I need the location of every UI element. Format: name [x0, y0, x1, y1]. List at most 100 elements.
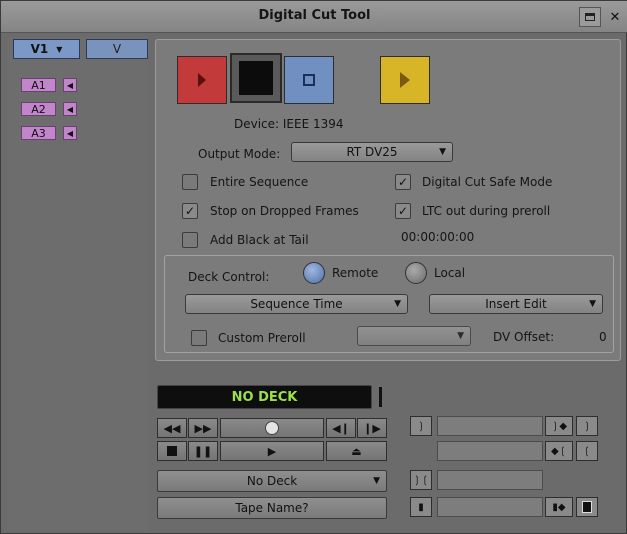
play-icon	[400, 72, 410, 88]
go-to-start-icon: ▮◆	[552, 501, 566, 513]
deck-stop-button[interactable]	[157, 441, 187, 461]
track-a1-label: A1	[31, 78, 46, 92]
tape-name-field[interactable]	[437, 497, 543, 517]
output-mode-value: RT DV25	[346, 145, 398, 159]
time-mode-value: Sequence Time	[250, 297, 343, 311]
rewind-button[interactable]: ◀◀	[157, 418, 187, 438]
clear-out-button[interactable]: ❲	[576, 441, 598, 461]
preview-button[interactable]	[284, 56, 334, 104]
play-button[interactable]	[380, 56, 430, 104]
go-to-end-button[interactable]	[576, 497, 598, 517]
deck-status-indicator	[379, 387, 382, 407]
duration-button[interactable]: ❳❲	[410, 470, 432, 490]
track-a1-monitor-icon[interactable]: ◀	[63, 78, 77, 92]
entire-sequence-checkbox[interactable]	[182, 174, 198, 190]
chevron-down-icon: ▼	[439, 147, 446, 157]
audio-button[interactable]: ▮	[410, 497, 432, 517]
slider-thumb-icon	[265, 421, 279, 435]
track-a2-monitor-icon[interactable]: ◀	[63, 102, 77, 116]
play-icon: ▶	[267, 444, 277, 458]
track-v-label: V	[112, 42, 122, 56]
go-to-in-icon: ❳◆	[550, 420, 568, 432]
deck-control-label: Deck Control:	[188, 270, 270, 284]
custom-preroll-label: Custom Preroll	[218, 331, 306, 345]
chevron-down-icon: ▼	[56, 44, 63, 54]
close-icon: ✕	[609, 9, 621, 25]
step-back-icon: ◀❙	[332, 421, 350, 435]
duration-icon: ❳❲	[412, 474, 430, 486]
step-back-button[interactable]: ◀❙	[326, 418, 356, 438]
square-icon	[303, 74, 315, 86]
safe-mode-checkbox[interactable]: ✓	[395, 174, 411, 190]
chevron-down-icon: ▼	[457, 331, 464, 341]
clear-in-icon: ❳	[582, 420, 592, 432]
track-v1-button[interactable]: V1 ▼	[13, 39, 80, 59]
custom-preroll-checkbox[interactable]	[191, 330, 207, 346]
clear-out-icon: ❲	[582, 445, 592, 457]
go-to-in-button[interactable]: ❳◆	[545, 416, 573, 436]
mark-in-icon: ❳	[416, 420, 426, 432]
chevron-down-icon: ▼	[589, 299, 596, 309]
entire-sequence-label: Entire Sequence	[210, 175, 309, 189]
mark-in-button[interactable]: ❳	[410, 416, 432, 436]
add-black-label: Add Black at Tail	[210, 233, 309, 247]
digital-cut-window: Digital Cut Tool ✕ V1 ▼ V A1 ◀ A2 ◀ A3 ◀…	[0, 0, 627, 534]
title-bar: Digital Cut Tool ✕	[1, 1, 627, 33]
step-forward-button[interactable]: ❙▶	[357, 418, 387, 438]
tape-name-button[interactable]: Tape Name?	[157, 497, 387, 519]
close-button[interactable]: ✕	[605, 7, 625, 27]
add-black-checkbox[interactable]	[182, 232, 198, 248]
track-a3-button[interactable]: A3	[21, 126, 56, 140]
mark-in-field[interactable]	[437, 416, 543, 436]
record-button[interactable]	[177, 56, 227, 104]
track-a2-button[interactable]: A2	[21, 102, 56, 116]
track-a3-monitor-icon[interactable]: ◀	[63, 126, 77, 140]
deck-select-value: No Deck	[246, 474, 298, 488]
track-a2-label: A2	[31, 102, 46, 116]
stop-on-dropped-checkbox[interactable]: ✓	[182, 203, 198, 219]
ltc-out-label: LTC out during preroll	[422, 204, 551, 218]
deck-select[interactable]: No Deck ▼	[157, 470, 387, 492]
dv-offset-value: 0	[599, 330, 607, 344]
time-mode-select[interactable]: Sequence Time ▼	[185, 294, 408, 314]
preroll-select[interactable]: ▼	[357, 326, 471, 346]
record-icon	[198, 73, 206, 87]
dv-offset-label: DV Offset:	[493, 330, 555, 344]
minimize-icon	[585, 13, 595, 21]
remote-radio[interactable]	[303, 262, 325, 284]
marker-icon: ▮	[418, 501, 424, 513]
check-icon: ✓	[397, 175, 409, 189]
clear-in-button[interactable]: ❳	[576, 416, 598, 436]
pause-button[interactable]: ❚❚	[188, 441, 218, 461]
local-label: Local	[434, 266, 466, 280]
chevron-down-icon: ▼	[394, 299, 401, 309]
minimize-button[interactable]	[579, 7, 601, 27]
rewind-icon: ◀◀	[163, 421, 181, 435]
eject-icon: ⏏	[351, 444, 362, 458]
track-v-button[interactable]: V	[86, 39, 148, 59]
duration-field[interactable]	[437, 470, 543, 490]
go-to-out-button[interactable]: ◆❲	[545, 441, 573, 461]
ltc-out-checkbox[interactable]: ✓	[395, 203, 411, 219]
track-a1-button[interactable]: A1	[21, 78, 56, 92]
deck-status-display: NO DECK	[157, 385, 372, 409]
stop-button[interactable]	[230, 53, 282, 103]
fast-forward-button[interactable]: ▶▶	[188, 418, 218, 438]
remote-label: Remote	[332, 266, 379, 280]
go-to-out-icon: ◆❲	[550, 445, 568, 457]
check-icon: ✓	[184, 204, 196, 218]
safe-mode-label: Digital Cut Safe Mode	[422, 175, 553, 189]
stop-icon	[239, 61, 273, 95]
output-mode-select[interactable]: RT DV25 ▼	[291, 142, 453, 162]
eject-button[interactable]: ⏏	[326, 441, 387, 461]
fast-forward-icon: ▶▶	[194, 421, 212, 435]
mark-out-field[interactable]	[437, 441, 543, 461]
timecode-display: 00:00:00:00	[401, 230, 475, 244]
edit-mode-select[interactable]: Insert Edit ▼	[429, 294, 603, 314]
local-radio[interactable]	[405, 262, 427, 284]
edit-mode-value: Insert Edit	[485, 297, 547, 311]
go-to-start-button[interactable]: ▮◆	[545, 497, 573, 517]
deck-play-button[interactable]: ▶	[220, 441, 324, 461]
output-mode-label: Output Mode:	[198, 147, 281, 161]
shuttle-slider[interactable]	[220, 418, 324, 438]
